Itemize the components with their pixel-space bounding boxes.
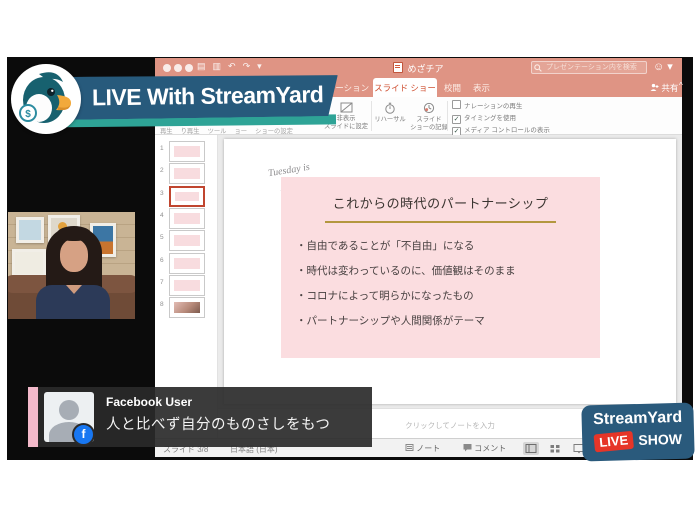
notes-toggle[interactable]: ノート	[405, 443, 440, 454]
slide-sorter-view-button[interactable]	[547, 442, 563, 455]
normal-view-button[interactable]	[523, 442, 539, 455]
ribbon-hidden-fragments: 再生 り再生 ツール ョー ショーの設定	[160, 126, 342, 135]
comment-overlay: f Facebook User 人と比べず自分のものさしをもつ	[28, 387, 372, 447]
slide-thumbnail[interactable]	[169, 163, 205, 184]
ppt-titlebar: ▤▥↶↷▾ めざチア ☺ ▾	[155, 58, 682, 78]
comments-icon	[463, 443, 472, 452]
hidden-slide-icon	[340, 102, 353, 113]
svg-text:$: $	[25, 109, 31, 120]
comment-message: 人と比べず自分のものさしをもつ	[106, 413, 330, 434]
slide-pink-box: これからの時代のパートナーシップ ・自由であることが「不自由」になる ・時代は変…	[281, 177, 600, 358]
speaker-face	[60, 239, 88, 272]
slide-title: これからの時代のパートナーシップ	[281, 193, 600, 212]
thumbnail-row[interactable]: 7	[155, 275, 218, 297]
slide-thumbnail[interactable]	[169, 297, 205, 318]
thumbnail-row[interactable]: 2	[155, 163, 218, 185]
thumbnail-row[interactable]: 5	[155, 230, 218, 252]
rehearse-button[interactable]: リハーサル	[373, 102, 407, 124]
bullet-line: ・コロナによって明らかになったもの	[296, 284, 516, 309]
bullet-line: ・パートナーシップや人間関係がテーマ	[296, 309, 516, 334]
badge-brand-text: StreamYard	[581, 409, 693, 430]
live-banner-text: LIVE With StreamYard	[92, 73, 339, 119]
avatar-head	[59, 400, 79, 420]
badge-live-row: LIVESHOW	[582, 431, 694, 452]
comment-accent-bar	[28, 387, 38, 447]
slide-thumbnail[interactable]	[169, 208, 205, 229]
slide-bullets: ・自由であることが「不自由」になる ・時代は変わっているのに、価値観はそのまま …	[296, 234, 516, 334]
streamyard-badge: StreamYard LIVESHOW	[581, 403, 694, 462]
bullet-line: ・時代は変わっているのに、価値観はそのまま	[296, 259, 516, 284]
thumbnail-row[interactable]: 4	[155, 208, 218, 230]
speaker-bangs	[57, 226, 91, 241]
webcam-video	[8, 212, 135, 319]
feedback-smiley-icon[interactable]: ☺ ▾	[653, 60, 673, 73]
thumbnail-row[interactable]: 8	[155, 297, 218, 319]
thumbnail-row[interactable]: 1	[155, 141, 218, 163]
comment-author: Facebook User	[106, 395, 192, 409]
checkbox-use-timings[interactable]: ✓タイミングを使用	[452, 112, 516, 124]
slide-thumbnail-selected[interactable]	[169, 186, 205, 207]
slide-thumbnail[interactable]	[169, 141, 205, 162]
tab-slideshow[interactable]: スライド ショー	[373, 78, 437, 97]
wall-picture-frame	[12, 249, 46, 277]
bullet-line: ・自由であることが「不自由」になる	[296, 234, 516, 259]
tab-review[interactable]: 校閲	[444, 82, 461, 94]
duck-mascot-icon: $	[11, 64, 81, 134]
checkbox-play-narration[interactable]: ナレーションの再生	[452, 100, 522, 112]
live-banner: LIVE With StreamYard	[52, 73, 339, 120]
normal-view-icon	[523, 442, 539, 455]
thumbnail-row[interactable]: 6	[155, 253, 218, 275]
slide-thumbnail[interactable]	[169, 253, 205, 274]
search-icon	[534, 64, 542, 72]
slide-canvas[interactable]: Tuesday is love day これからの時代のパートナーシップ ・自由…	[224, 139, 676, 404]
record-slideshow-button[interactable]: スライドショーの記録	[407, 102, 451, 131]
ribbon-separator	[371, 101, 372, 131]
ppt-doc-icon	[393, 62, 403, 73]
slide-thumbnail[interactable]	[169, 275, 205, 296]
facebook-icon: f	[72, 423, 95, 446]
share-button[interactable]: 共有	[650, 82, 678, 94]
stream-frame: ▤▥↶↷▾ めざチア ☺ ▾ アニメーション スライド ショー 校閲 表示 共有	[0, 0, 700, 525]
live-tag: LIVE	[594, 431, 634, 453]
checkbox-unchecked-icon	[452, 100, 461, 109]
checkbox-check-icon: ✓	[452, 115, 461, 124]
show-text: SHOW	[638, 431, 682, 448]
thumbnail-row-selected[interactable]: 3	[155, 186, 218, 208]
wall-picture-frame	[16, 217, 44, 243]
search-input[interactable]	[531, 61, 647, 74]
notes-icon	[405, 443, 414, 452]
collapse-ribbon-icon[interactable]: ^	[679, 81, 683, 90]
title-underline	[325, 221, 556, 223]
slide-thumbnail[interactable]	[169, 230, 205, 251]
duck-logo: $	[11, 64, 81, 134]
comments-toggle[interactable]: コメント	[463, 443, 506, 454]
tab-view[interactable]: 表示	[473, 82, 490, 94]
grid-view-icon	[547, 442, 563, 455]
record-clock-icon	[423, 102, 435, 114]
stopwatch-icon	[384, 102, 396, 114]
share-person-icon	[650, 83, 659, 92]
ribbon-separator	[447, 101, 448, 131]
slide-editor-area: Tuesday is love day これからの時代のパートナーシップ ・自由…	[218, 135, 682, 408]
